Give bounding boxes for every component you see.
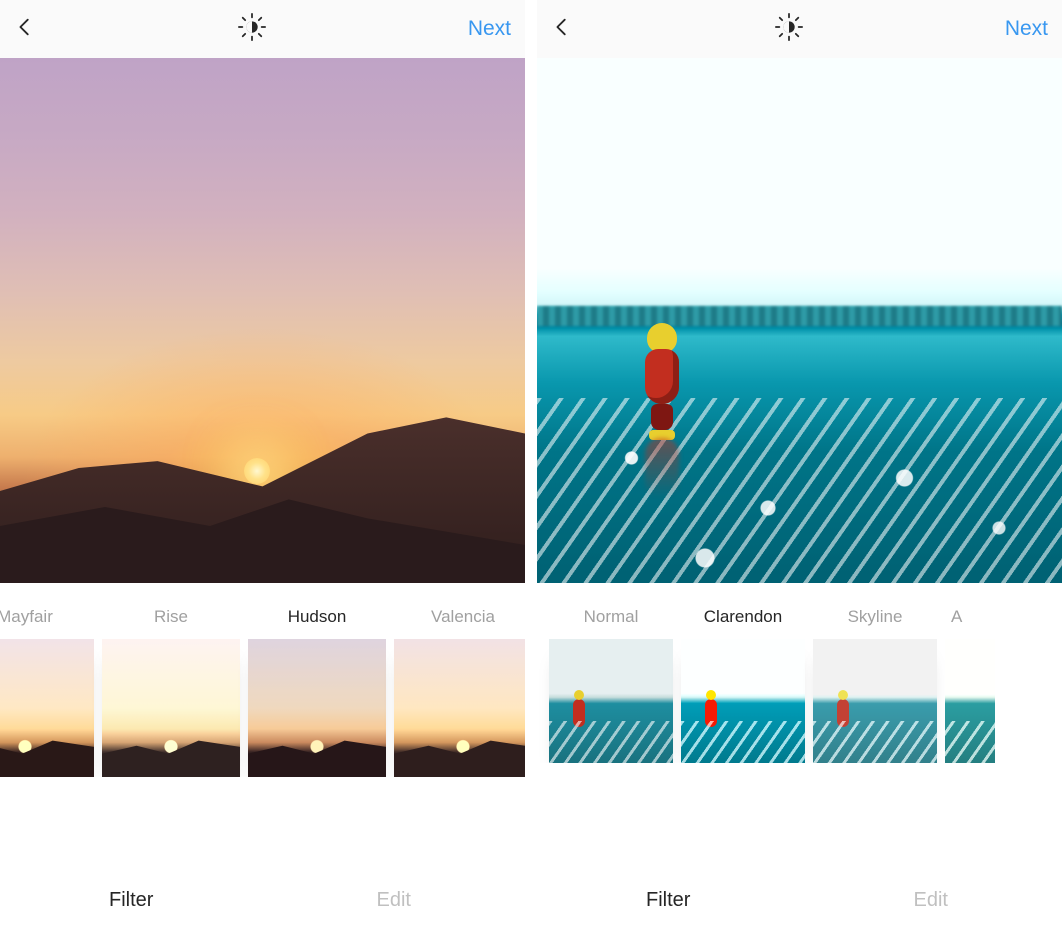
back-button[interactable] [14,16,36,43]
next-button[interactable]: Next [468,17,511,41]
filter-label: Hudson [288,607,347,629]
filter-label: A [945,607,962,629]
subject-child [637,323,687,443]
chevron-left-icon [14,16,36,38]
lux-button[interactable] [238,13,266,46]
filter-row[interactable]: Mayfair Rise Hudson Valencia [0,607,525,777]
filter-thumb [813,639,937,763]
filter-strip: Normal Clarendon Skyline A Filter Edit [537,583,1062,933]
chevron-left-icon [551,16,573,38]
photo-preview[interactable] [0,58,525,583]
filter-hudson[interactable]: Hudson [248,607,386,777]
tab-edit[interactable]: Edit [263,867,526,933]
bottom-tabs: Filter Edit [0,867,525,933]
filter-thumb [248,639,386,777]
filter-clarendon[interactable]: Clarendon [681,607,805,763]
photo-preview[interactable] [537,58,1062,583]
tab-filter[interactable]: Filter [537,867,800,933]
back-button[interactable] [551,16,573,43]
filter-label: Valencia [431,607,495,629]
next-button[interactable]: Next [1005,17,1048,41]
bottom-tabs: Filter Edit [537,867,1062,933]
filter-rise[interactable]: Rise [102,607,240,777]
lux-icon [238,13,266,41]
filter-mayfair[interactable]: Mayfair [0,607,94,777]
filter-thumb [394,639,525,777]
filter-row[interactable]: Normal Clarendon Skyline A [537,607,1062,763]
lux-button[interactable] [775,13,803,46]
filter-thumb [102,639,240,777]
filter-thumb [0,639,94,777]
editor-screen-left: Next Mayfair Rise Hudson Valencia [0,0,525,933]
filter-valencia[interactable]: Valencia [394,607,525,777]
filter-label: Mayfair [0,607,53,629]
filter-thumb [681,639,805,763]
filter-thumb [549,639,673,763]
filter-label: Rise [154,607,188,629]
lux-icon [775,13,803,41]
filter-normal[interactable]: Normal [549,607,673,763]
filter-label: Normal [584,607,639,629]
filter-amaro[interactable]: A [945,607,995,763]
filter-strip: Mayfair Rise Hudson Valencia Filter Edit [0,583,525,933]
filter-label: Clarendon [704,607,782,629]
header-bar: Next [537,0,1062,58]
tab-edit[interactable]: Edit [800,867,1062,933]
filter-thumb [945,639,995,763]
tab-filter[interactable]: Filter [0,867,263,933]
filter-skyline[interactable]: Skyline [813,607,937,763]
header-bar: Next [0,0,525,58]
editor-screen-right: Next Normal Clarendon Skyline A [537,0,1062,933]
filter-label: Skyline [848,607,903,629]
